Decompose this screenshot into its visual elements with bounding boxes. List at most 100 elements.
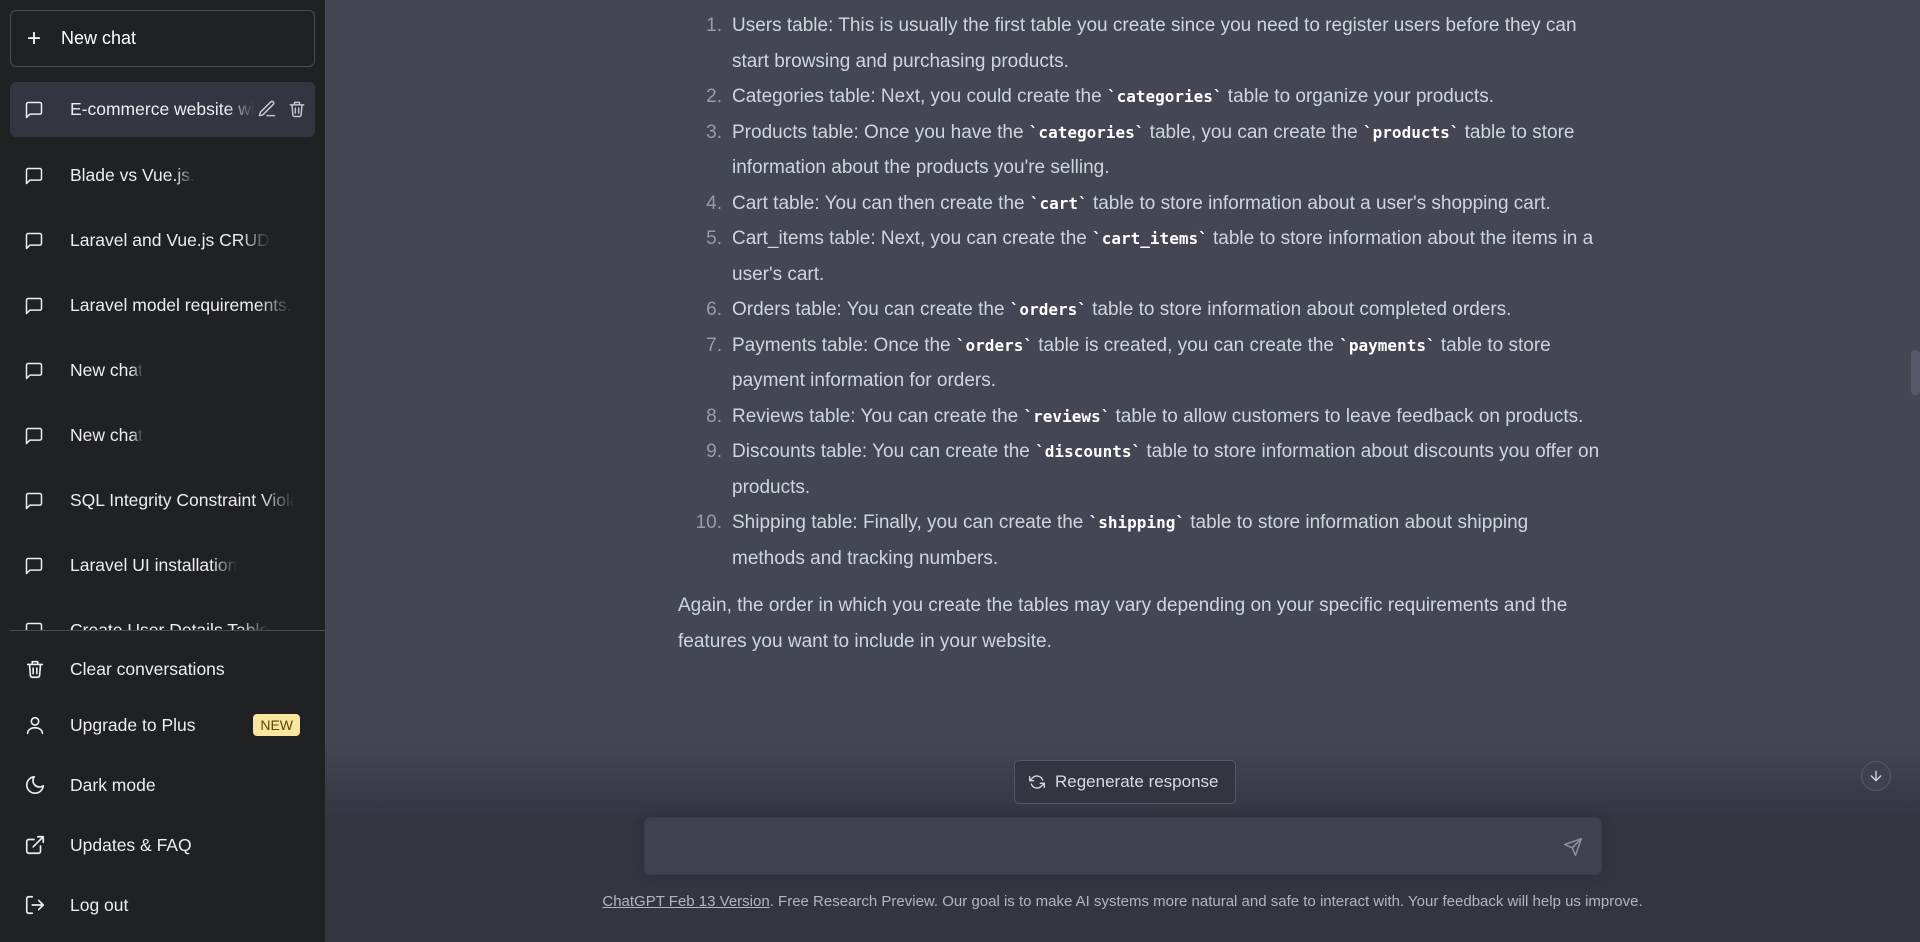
step-number: 2.: [706, 86, 722, 107]
logout-icon: [25, 895, 45, 915]
chat-history-item[interactable]: SQL Integrity Constraint Violati: [10, 473, 315, 528]
chat-history-label: Create User Details Table: [70, 620, 270, 630]
chat-history-list[interactable]: E-commerce website wi Blade vs Vue.js. Lar…: [0, 82, 325, 630]
upgrade-to-plus-button[interactable]: Upgrade to Plus NEW: [10, 699, 315, 751]
chat-history-item[interactable]: Laravel UI installation: [10, 538, 315, 593]
chat-history-label: Blade vs Vue.js.: [70, 165, 195, 185]
chat-history-label: E-commerce website wi: [70, 99, 255, 119]
step-text: table to store information about complet…: [1086, 299, 1512, 320]
step-text: Cart_items table: Next, you can create t…: [732, 228, 1093, 249]
footer-text: . Free Research Preview. Our goal is to …: [769, 893, 1643, 910]
chat-history-item[interactable]: Blade vs Vue.js.: [10, 148, 315, 203]
arrow-down-icon: [1870, 770, 1882, 782]
step-number: 1.: [706, 15, 722, 36]
step-item: 10. Shipping table: Finally, you can crea…: [696, 505, 1605, 576]
updates-faq-link[interactable]: Updates & FAQ: [10, 819, 315, 871]
step-item: 5. Cart_items table: Next, you can create…: [705, 221, 1605, 292]
plus-icon: +: [27, 24, 42, 52]
chat-bubble-icon: [25, 362, 43, 379]
step-text: Users table: This is usually the first t…: [732, 15, 1577, 72]
moon-icon: [25, 775, 45, 795]
steps-list: 1. Users table: This is usually the first…: [696, 8, 1605, 576]
step-text: Orders table: You can create the: [732, 299, 1010, 320]
version-link[interactable]: ChatGPT Feb 13 Version: [602, 893, 769, 910]
step-number: 7.: [706, 334, 722, 356]
inline-code: `orders`: [955, 335, 1033, 355]
footer: ChatGPT Feb 13 Version. Free Research Pr…: [325, 893, 1920, 910]
step-item: 7. Payments table: Once the `orders` tabl…: [705, 328, 1605, 399]
chat-history-label: Laravel and Vue.js CRUD: [70, 230, 270, 250]
step-text: table to store information about a user'…: [1087, 192, 1551, 214]
message-input-box: [644, 817, 1602, 875]
refresh-icon: [1029, 775, 1045, 789]
pencil-icon[interactable]: [257, 99, 277, 119]
external-link-icon: [25, 835, 45, 855]
step-text: Discounts table: You can create the: [732, 441, 1036, 462]
chat-history-item[interactable]: Create User Details Table: [10, 603, 315, 630]
new-badge: NEW: [253, 714, 300, 736]
upgrade-label: Upgrade to Plus: [70, 714, 196, 735]
step-number: 6.: [706, 299, 722, 320]
step-number: 4.: [706, 192, 722, 214]
step-item: 3. Products table: Once you have the `cat…: [705, 115, 1605, 186]
step-text: Categories table: Next, you could create…: [732, 86, 1107, 107]
inline-code: `products`: [1363, 122, 1460, 142]
chat-bubble-icon: [25, 167, 43, 184]
chat-bubble-icon: [25, 101, 43, 118]
step-item: 6. Orders table: You can create the `orde…: [705, 292, 1605, 328]
chat-bubble-icon: [25, 297, 43, 314]
log-out-label: Log out: [70, 894, 129, 915]
sidebar: + New chat E-commerce website wi Blade vs…: [0, 0, 325, 942]
step-item: 9. Discounts table: You can create the `d…: [705, 434, 1605, 505]
send-icon[interactable]: [1563, 837, 1583, 857]
chat-bubble-icon: [25, 232, 43, 249]
dark-mode-label: Dark mode: [70, 774, 156, 795]
trash-icon: [26, 660, 44, 679]
inline-code: `discounts`: [1035, 442, 1142, 461]
inline-code: `cart`: [1029, 193, 1088, 213]
chat-history-item[interactable]: E-commerce website wi: [10, 82, 315, 137]
inline-code: `categories`: [1106, 87, 1223, 106]
user-icon: [26, 716, 44, 735]
step-text: table to organize your products.: [1222, 86, 1494, 107]
step-text: table to allow customers to leave feedba…: [1110, 405, 1584, 427]
step-item: 8. Reviews table: You can create the `rev…: [705, 399, 1605, 435]
step-item: 1. Users table: This is usually the first…: [705, 8, 1605, 79]
closing-paragraph: Again, the order in which you create the…: [678, 595, 1568, 652]
chat-history-item[interactable]: New chat: [10, 408, 315, 463]
chat-history-label: Laravel model requirements.: [70, 295, 292, 315]
regenerate-label: Regenerate response: [1055, 772, 1219, 791]
regenerate-response-button[interactable]: Regenerate response: [1014, 760, 1236, 804]
step-item: 2. Categories table: Next, you could crea…: [705, 79, 1605, 115]
inline-code: `shipping`: [1088, 513, 1185, 532]
trash-icon[interactable]: [287, 99, 307, 119]
step-text: table is created, you can create the: [1032, 334, 1340, 356]
chat-bubble-icon: [25, 557, 43, 574]
updates-faq-label: Updates & FAQ: [70, 834, 192, 855]
chat-history-label: SQL Integrity Constraint Violati: [70, 490, 295, 510]
new-chat-button[interactable]: + New chat: [10, 10, 315, 67]
step-text: Reviews table: You can create the: [732, 405, 1024, 427]
step-text: Payments table: Once the: [732, 334, 956, 356]
inline-code: `reviews`: [1023, 406, 1111, 426]
chat-bubble-icon: [25, 492, 43, 509]
chat-history-item[interactable]: New chat: [10, 343, 315, 398]
chat-bubble-icon: [25, 427, 43, 444]
new-chat-label: New chat: [61, 28, 137, 48]
step-item: 4. Cart table: You can then create the `c…: [705, 186, 1605, 222]
chat-history-label: Laravel UI installation: [70, 555, 238, 575]
step-number: 5.: [706, 228, 722, 249]
chat-history-item[interactable]: Laravel model requirements.: [10, 278, 315, 333]
conversation-area: 1. Users table: This is usually the first…: [325, 0, 1920, 942]
chat-history-item[interactable]: Laravel and Vue.js CRUD: [10, 213, 315, 268]
message-input[interactable]: [661, 834, 1541, 860]
step-text: Shipping table: Finally, you can create …: [732, 512, 1089, 533]
scrollbar[interactable]: [1911, 350, 1920, 395]
inline-code: `payments`: [1339, 335, 1436, 355]
dark-mode-button[interactable]: Dark mode: [10, 759, 315, 811]
chat-history-label: New chat: [70, 360, 143, 380]
clear-conversations-button[interactable]: Clear conversations: [10, 643, 315, 695]
log-out-button[interactable]: Log out: [10, 879, 315, 931]
scroll-to-bottom-button[interactable]: [1861, 761, 1891, 791]
step-number: 9.: [706, 441, 722, 462]
